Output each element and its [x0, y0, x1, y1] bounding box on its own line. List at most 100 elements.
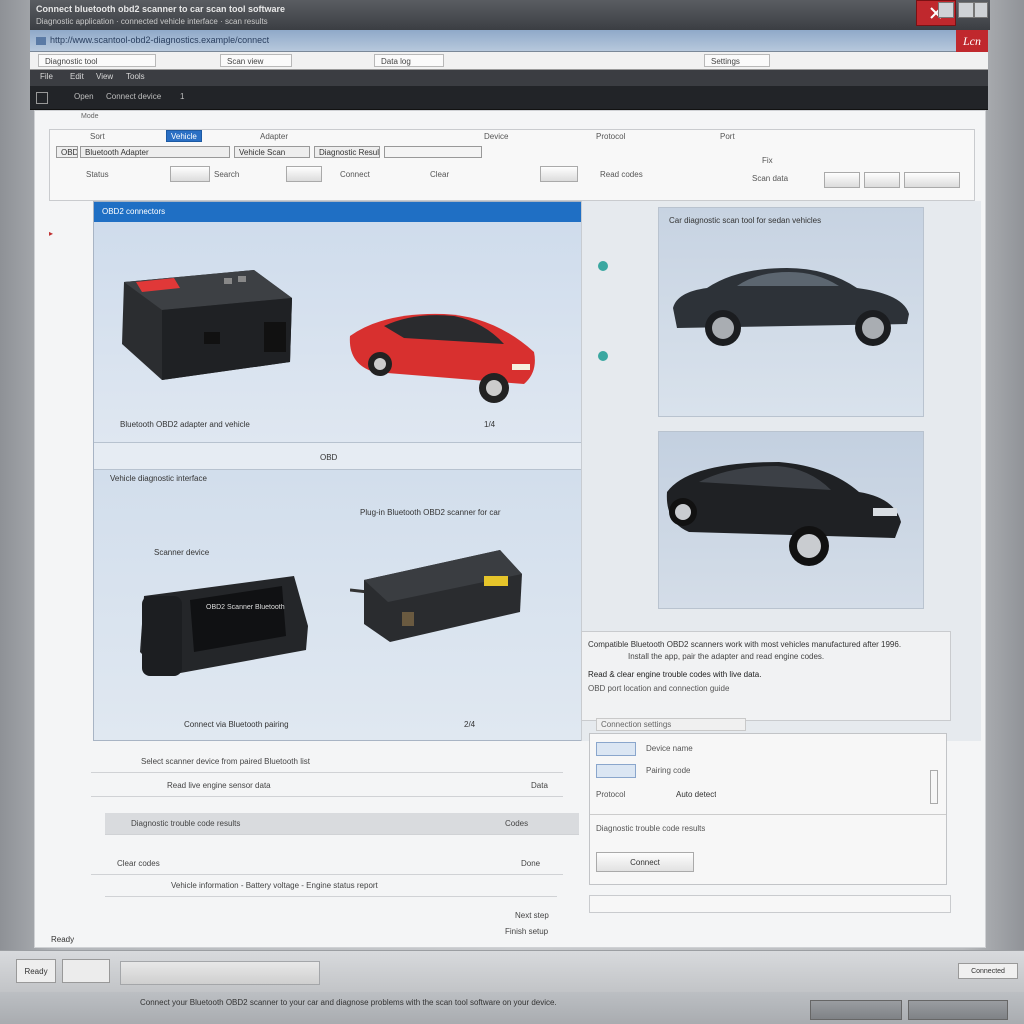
list-item[interactable]: Vehicle information - Battery voltage - … — [105, 875, 557, 897]
address-bar[interactable]: http://www.scantool-obd2-diagnostics.exa… — [30, 30, 956, 52]
section-title-right: Plug-in Bluetooth OBD2 scanner for car — [360, 508, 501, 517]
toolbar: Open Connect device 1 — [30, 86, 988, 110]
filter-adapter[interactable]: Adapter — [260, 132, 288, 141]
menu-bar: File Edit View Tools — [30, 70, 988, 86]
connect-label[interactable]: Connect — [340, 170, 370, 179]
right-title: Car diagnostic scan tool for sedan vehic… — [669, 216, 822, 225]
filter-protocol[interactable]: Protocol — [596, 132, 625, 141]
minimize-button[interactable] — [938, 2, 954, 18]
plug-in-scanner-icon[interactable] — [350, 540, 530, 650]
chip-diagnostic-results[interactable]: Diagnostic Results — [314, 146, 380, 158]
info-line: Install the app, pair the adapter and re… — [628, 652, 825, 661]
caption-bottom: Connect via Bluetooth pairing — [184, 720, 289, 729]
main-page: Mode Sort Vehicle Adapter Device Protoco… — [34, 110, 986, 948]
menu-file[interactable]: File — [40, 72, 53, 81]
chip-obd2[interactable]: OBD2 — [56, 146, 78, 158]
prev-button[interactable] — [824, 172, 860, 188]
url-text: http://www.scantool-obd2-diagnostics.exa… — [50, 35, 270, 45]
toolbar-open[interactable]: Open — [74, 92, 94, 104]
finish-setup-link[interactable]: Finish setup — [505, 927, 548, 936]
status-right: Connected — [958, 963, 1018, 979]
gallery-top-panel: Bluetooth OBD2 adapter and vehicle 1/4 — [94, 222, 582, 442]
field-protocol: Protocol — [596, 790, 626, 799]
page-icon — [36, 37, 46, 45]
status-button[interactable]: Ready — [16, 959, 56, 983]
divider-label: OBD — [320, 453, 338, 462]
toolbar-counter: 1 — [180, 92, 185, 101]
window-subtitle: Diagnostic application · connected vehic… — [36, 17, 268, 26]
caption-top-right: 1/4 — [484, 420, 496, 429]
filter-port[interactable]: Port — [720, 132, 735, 141]
window-titlebar: Connect bluetooth obd2 scanner to car sc… — [30, 0, 990, 30]
brand-logo: Lcn — [956, 30, 988, 52]
next-step-link[interactable]: Next step — [515, 911, 549, 920]
monitor-button[interactable] — [540, 166, 578, 182]
black-car-icon[interactable] — [659, 452, 909, 572]
field-device-name: Device name — [646, 744, 693, 753]
info-panel: Compatible Bluetooth OBD2 scanners work … — [581, 631, 951, 721]
status-bar: Ready Connected — [0, 950, 1024, 992]
tab-settings[interactable]: Settings — [704, 54, 770, 67]
image-gallery: OBD2 connectors Bluetooth OBD2 adapter a… — [93, 201, 582, 741]
bottom-button[interactable] — [908, 1000, 1008, 1020]
caption-top: Bluetooth OBD2 adapter and vehicle — [120, 420, 250, 429]
connect-button[interactable] — [286, 166, 322, 182]
scrollbar[interactable] — [930, 770, 938, 804]
tab-diagnostic[interactable]: Diagnostic tool — [38, 54, 156, 67]
form-icon[interactable] — [596, 764, 636, 778]
protocol-value[interactable]: Auto detect — [676, 790, 716, 799]
tab-data-log[interactable]: Data log — [374, 54, 444, 67]
menu-edit[interactable]: Edit — [70, 72, 84, 81]
bottom-text: Connect your Bluetooth OBD2 scanner to y… — [140, 998, 557, 1007]
form-connect-button[interactable]: Connect — [596, 852, 694, 872]
menu-icon[interactable] — [36, 92, 48, 104]
filter-device[interactable]: Device — [484, 132, 508, 141]
fix-label: Fix — [762, 156, 773, 165]
list-item[interactable]: Read live engine sensor data Data — [91, 775, 563, 797]
chip-bluetooth-adapter[interactable]: Bluetooth Adapter — [80, 146, 230, 158]
menu-tools[interactable]: Tools — [126, 72, 145, 81]
restore-button[interactable] — [974, 2, 988, 18]
form-icon[interactable] — [596, 742, 636, 756]
menu-view[interactable]: View — [96, 72, 113, 81]
tab-scan-view[interactable]: Scan view — [220, 54, 292, 67]
filter-sort[interactable]: Sort — [90, 132, 105, 141]
scanner-device-icon[interactable] — [134, 566, 314, 686]
filter-panel: Sort Vehicle Adapter Device Protocol Por… — [49, 129, 975, 201]
form-note: Diagnostic trouble code results — [596, 824, 706, 833]
caption-bottom-right: 2/4 — [464, 720, 476, 729]
list-item[interactable]: Clear codes Done — [91, 853, 563, 875]
window-title: Connect bluetooth obd2 scanner to car sc… — [36, 4, 286, 14]
sedan-image-panel: Car diagnostic scan tool for sedan vehic… — [658, 207, 924, 417]
apply-button[interactable] — [904, 172, 960, 188]
toolbar-connect[interactable]: Connect device — [106, 92, 161, 104]
chip-extra[interactable] — [384, 146, 482, 158]
section-title: Vehicle diagnostic interface — [110, 474, 207, 483]
next-button[interactable] — [864, 172, 900, 188]
clear-label[interactable]: Clear — [430, 170, 449, 179]
gallery-divider: OBD — [94, 442, 582, 470]
status-field[interactable] — [120, 961, 320, 985]
form-footer-field[interactable] — [589, 895, 951, 913]
info-line: Read & clear engine trouble codes with l… — [588, 670, 762, 679]
chip-vehicle-scan[interactable]: Vehicle Scan — [234, 146, 310, 158]
form-header: Connection settings — [596, 718, 746, 731]
divider — [590, 814, 946, 815]
connection-form: Connection settings Device name Pairing … — [589, 718, 947, 885]
bottom-button[interactable] — [810, 1000, 902, 1020]
black-car-image-panel — [658, 431, 924, 609]
search-button[interactable] — [170, 166, 210, 182]
obd2-adapter-icon[interactable] — [114, 242, 304, 382]
gallery-bottom-panel: Vehicle diagnostic interface Plug-in Blu… — [94, 470, 582, 740]
red-car-icon[interactable] — [344, 292, 544, 412]
status-tab[interactable] — [62, 959, 110, 983]
search-label[interactable]: Search — [214, 170, 239, 179]
field-pairing-code: Pairing code — [646, 766, 691, 775]
filter-vehicle[interactable]: Vehicle — [166, 130, 202, 142]
dark-sedan-icon[interactable] — [667, 258, 917, 358]
scan-data-label: Scan data — [752, 174, 789, 183]
read-codes-label[interactable]: Read codes — [600, 170, 643, 179]
list-item[interactable]: Select scanner device from paired Blueto… — [91, 751, 563, 773]
list-item-selected[interactable]: Diagnostic trouble code results Codes — [105, 813, 579, 835]
maximize-button[interactable] — [958, 2, 974, 18]
